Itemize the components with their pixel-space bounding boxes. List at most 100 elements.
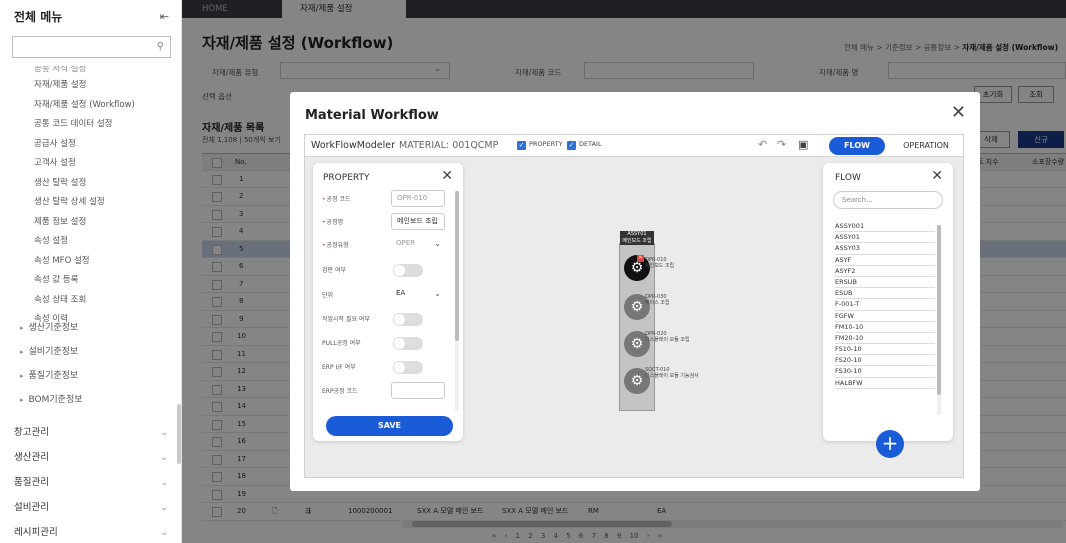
- erp-process-code-field[interactable]: [391, 382, 445, 399]
- close-icon[interactable]: ✕: [441, 168, 453, 184]
- undo-icon[interactable]: ↶: [758, 138, 767, 151]
- flow-list-item[interactable]: ASSY03: [835, 243, 935, 255]
- add-flow-button[interactable]: +: [876, 430, 904, 458]
- sidebar-item[interactable]: 속성 상태 조회: [34, 291, 181, 311]
- inspection-toggle[interactable]: [393, 264, 423, 277]
- work-start-toggle[interactable]: [393, 313, 423, 326]
- flow-list-item[interactable]: FM10-10: [835, 322, 935, 333]
- caret-right-icon: ▸: [20, 372, 24, 380]
- redo-icon[interactable]: ↷: [777, 138, 786, 151]
- process-type-select[interactable]: OPER ⌄: [391, 236, 445, 253]
- flow-list-item[interactable]: ASSY001: [835, 221, 935, 233]
- sidebar-item[interactable]: 공급사 설정: [34, 135, 181, 155]
- flow-list-item[interactable]: ASYF: [835, 255, 935, 266]
- flow-list-item[interactable]: FS30-10: [835, 366, 935, 378]
- menu-search-input[interactable]: ⚲: [12, 36, 171, 58]
- submenu-list: 공통 서식 설정 자재/제품 설정 자재/제품 설정 (Workflow) 공통…: [0, 66, 181, 330]
- modeler-toolbar: WorkFlowModeler MATERIAL: 001QCMP ✓ PROPE…: [305, 135, 963, 157]
- material-workflow-modal: Material Workflow ✕ WorkFlowModeler MATER…: [290, 92, 980, 491]
- scrollbar-thumb[interactable]: [455, 191, 459, 341]
- flow-list-item[interactable]: ERSUB: [835, 277, 935, 289]
- flow-list-item[interactable]: ASSY01: [835, 232, 935, 244]
- flow-button[interactable]: FLOW: [829, 137, 885, 155]
- property-row: 작업시작 필요 여부: [313, 309, 463, 329]
- sidebar-item[interactable]: 공통 코드 데이터 설정: [34, 115, 181, 135]
- process-code-field[interactable]: OPR-010: [391, 190, 445, 207]
- sidebar-group-label: 품질기준정보: [28, 371, 79, 381]
- flow-list-scrollbar[interactable]: [937, 225, 941, 415]
- sidebar-item[interactable]: 속성 값 등록: [34, 271, 181, 291]
- delete-node-icon[interactable]: ✕: [637, 255, 644, 262]
- close-icon[interactable]: ✕: [951, 102, 966, 123]
- sidebar-item[interactable]: 고객사 설정: [34, 154, 181, 174]
- gear-icon: ⚙: [630, 260, 644, 276]
- field-label: 공정명: [322, 217, 344, 226]
- modeler-title: WorkFlowModeler: [311, 140, 396, 151]
- property-row: ERP I/F 여부: [313, 357, 463, 377]
- field-label: 검판 여부: [322, 267, 346, 274]
- menu-warehouse[interactable]: 창고관리 ⌄: [0, 421, 182, 445]
- flow-list: ASSY001 ASSY01 ASSY03 ASYF ASYF2 ERSUB E…: [835, 221, 935, 389]
- sidebar-item[interactable]: 자재/제품 설정: [34, 76, 181, 96]
- process-name-field[interactable]: 메인보드 조립: [391, 213, 445, 230]
- property-checkbox[interactable]: ✓: [517, 141, 526, 150]
- chevron-down-icon: ⌄: [434, 289, 441, 298]
- node-name: 디스플레이 모듈 조립: [645, 337, 690, 343]
- field-label: 작업시작 필요 여부: [322, 316, 370, 323]
- save-icon[interactable]: ▣: [798, 138, 808, 151]
- menu-recipe[interactable]: 레시피관리 ⌄: [0, 521, 182, 543]
- flow-list-item[interactable]: ASYF2: [835, 266, 935, 277]
- save-button[interactable]: SAVE: [326, 416, 453, 436]
- menu-quality[interactable]: 품질관리 ⌄: [0, 471, 182, 495]
- sidebar-group[interactable]: ▸ BOM기준정보: [0, 388, 176, 412]
- workflow-modeler: WorkFlowModeler MATERIAL: 001QCMP ✓ PROPE…: [304, 134, 964, 478]
- close-icon[interactable]: ✕: [931, 168, 943, 184]
- sidebar-item[interactable]: 생산 탈락 상세 설정: [34, 193, 181, 213]
- flow-list-item[interactable]: HALBFW: [835, 378, 935, 389]
- scrollbar-thumb[interactable]: [937, 225, 941, 395]
- detail-checkbox[interactable]: ✓: [567, 141, 576, 150]
- sidebar-scrollbar[interactable]: [177, 404, 181, 464]
- sidebar-item[interactable]: 제품 정보 설정: [34, 213, 181, 233]
- menu-equipment[interactable]: 설비관리 ⌄: [0, 496, 182, 520]
- property-row: PULL공정 여부: [313, 333, 463, 353]
- sidebar-item[interactable]: 생산 탈락 설정: [34, 174, 181, 194]
- chevron-down-icon: ⌄: [434, 239, 441, 248]
- property-row: ERP공정 코드: [313, 381, 463, 401]
- sidebar-group[interactable]: ▸ 생산기준정보: [0, 316, 176, 340]
- select-value: EA: [396, 289, 406, 297]
- pull-process-toggle[interactable]: [393, 337, 423, 350]
- sidebar-title: 전체 메뉴: [14, 9, 63, 24]
- flow-list-item[interactable]: FS10-10: [835, 344, 935, 356]
- flow-search-input[interactable]: Search...: [833, 191, 943, 209]
- node-label: OPR-030 케이스 조립: [645, 294, 670, 306]
- sidebar-header: 전체 메뉴 ⇤: [0, 0, 181, 32]
- menu-production[interactable]: 생산관리 ⌄: [0, 446, 182, 470]
- gear-icon: ⚙: [630, 299, 644, 315]
- operation-button[interactable]: OPERATION: [895, 137, 957, 155]
- sidebar-group[interactable]: ▸ 품질기준정보: [0, 364, 176, 388]
- modeler-name: WorkFlowModeler MATERIAL: 001QCMP: [311, 140, 498, 151]
- sidebar-item[interactable]: 속성 설정: [34, 232, 181, 252]
- sidebar-item[interactable]: 속성 MFO 설정: [34, 252, 181, 272]
- sidebar-item[interactable]: 자재/제품 설정 (Workflow): [34, 96, 181, 116]
- menu-label: 창고관리: [14, 427, 49, 438]
- property-row: 검판 여부: [313, 260, 463, 280]
- field-label: ERP공정 코드: [322, 388, 358, 395]
- property-scrollbar[interactable]: [455, 191, 459, 411]
- unit-select[interactable]: EA ⌄: [391, 286, 445, 303]
- flow-list-item[interactable]: FM20-10: [835, 333, 935, 345]
- erp-if-toggle[interactable]: [393, 361, 423, 374]
- sidebar-group[interactable]: ▸ 설비기준정보: [0, 340, 176, 364]
- caret-right-icon: ▸: [20, 396, 24, 404]
- flow-name: 메인보드 조립: [622, 237, 652, 244]
- flow-list-item[interactable]: F-001-T: [835, 299, 935, 311]
- flow-list-item[interactable]: ESUB: [835, 288, 935, 300]
- flow-list-item[interactable]: FS20-10: [835, 355, 935, 367]
- flow-header[interactable]: ASSY01 메인보드 조립: [620, 231, 654, 245]
- sidebar-item[interactable]: 공통 서식 설정: [34, 66, 181, 76]
- node-label: OPR-020 디스플레이 모듈 조립: [645, 331, 690, 343]
- collapse-sidebar-icon[interactable]: ⇤: [160, 10, 169, 23]
- search-icon[interactable]: ⚲: [157, 41, 164, 52]
- flow-list-item[interactable]: FGFW: [835, 311, 935, 322]
